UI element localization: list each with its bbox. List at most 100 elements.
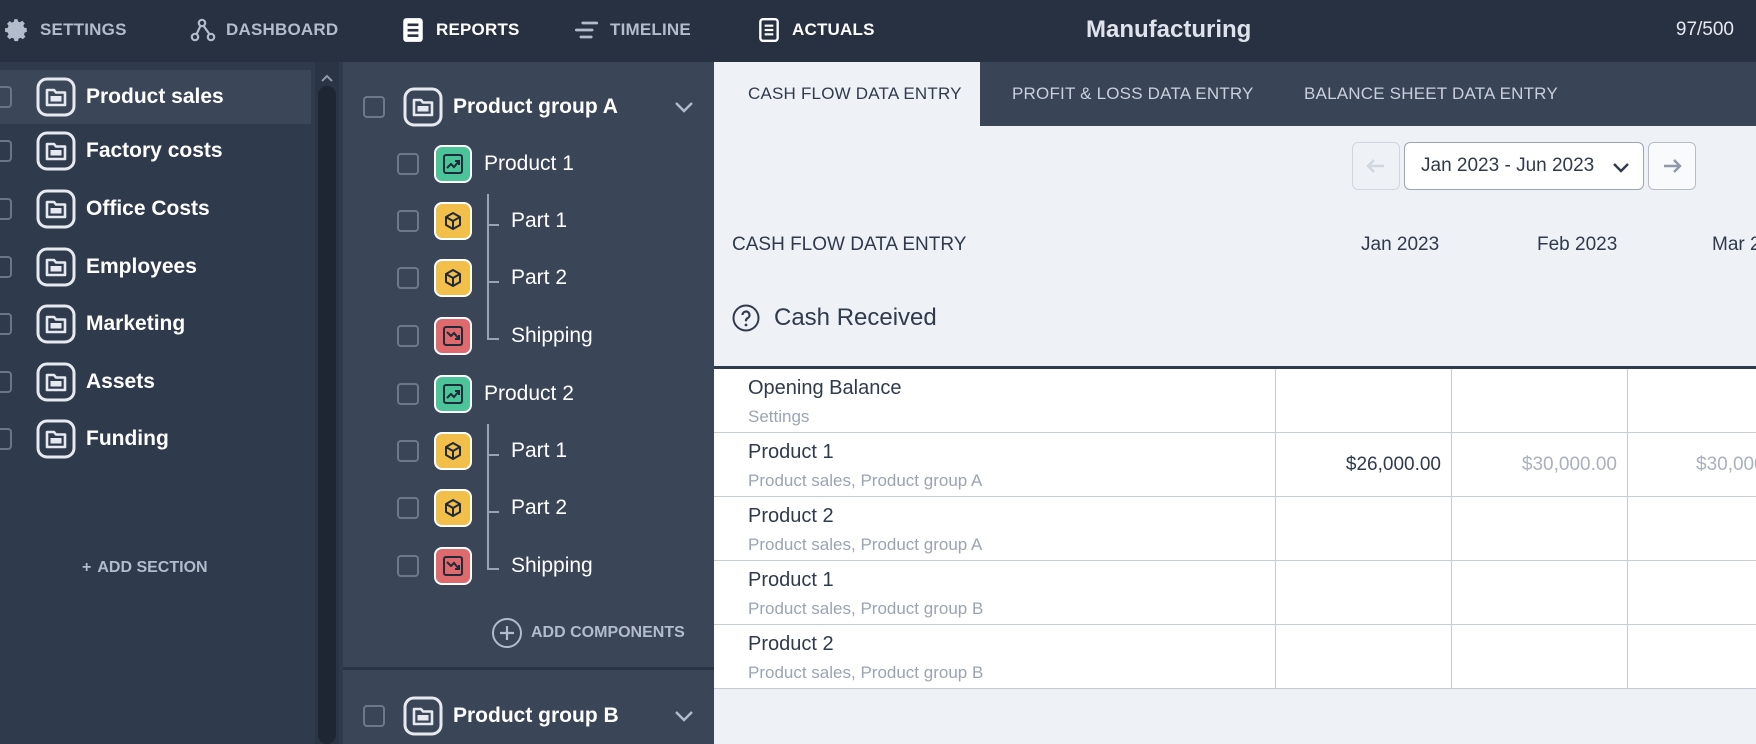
folder-icon bbox=[403, 696, 443, 736]
nav-actuals-label: ACTUALS bbox=[792, 20, 875, 39]
section-checkbox[interactable] bbox=[0, 86, 12, 108]
section-item[interactable]: Office Costs bbox=[0, 182, 311, 236]
help-icon[interactable] bbox=[732, 304, 760, 332]
nav-dashboard[interactable]: DASHBOARD bbox=[190, 0, 338, 60]
value-cell[interactable] bbox=[1275, 497, 1451, 560]
component-label: Part 1 bbox=[511, 209, 568, 232]
value-cell[interactable] bbox=[1275, 561, 1451, 624]
row-name: Product 1 bbox=[748, 441, 834, 463]
date-range-select[interactable]: Jan 2023 - Jun 2023 bbox=[1404, 142, 1644, 190]
scroll-up-icon[interactable] bbox=[319, 70, 335, 86]
section-item[interactable]: Funding bbox=[0, 412, 311, 466]
tab-balance-sheet[interactable]: BALANCE SHEET DATA ENTRY bbox=[1304, 62, 1558, 126]
row-source: Product sales, Product group A bbox=[748, 471, 983, 490]
table-row: Product 2 Product sales, Product group A bbox=[714, 497, 1756, 561]
tab-profit-loss[interactable]: PROFIT & LOSS DATA ENTRY bbox=[1012, 62, 1254, 126]
component-item[interactable]: Part 1 bbox=[343, 426, 714, 476]
section-item[interactable]: Assets bbox=[0, 355, 311, 409]
value-cell[interactable] bbox=[1451, 625, 1627, 688]
component-item[interactable]: Shipping bbox=[343, 541, 714, 591]
value-cell[interactable] bbox=[1451, 561, 1627, 624]
value-cell[interactable]: $30,000.00 bbox=[1451, 433, 1627, 496]
group-a-label: Product group A bbox=[453, 95, 618, 118]
nav-reports-label: REPORTS bbox=[436, 20, 520, 39]
section-checkbox[interactable] bbox=[0, 313, 12, 335]
component-item[interactable]: Part 1 bbox=[343, 196, 714, 246]
row-name: Product 2 bbox=[748, 505, 834, 527]
component-label: Part 1 bbox=[511, 439, 568, 462]
nav-reports[interactable]: REPORTS bbox=[400, 0, 520, 60]
section-item[interactable]: Factory costs bbox=[0, 124, 311, 178]
section-item[interactable]: Product sales bbox=[0, 70, 311, 124]
chevron-down-icon[interactable] bbox=[673, 705, 695, 727]
section-label: Funding bbox=[86, 427, 169, 450]
section-checkbox[interactable] bbox=[0, 428, 12, 450]
folder-icon bbox=[36, 77, 76, 117]
add-section-button[interactable]: + ADD SECTION bbox=[82, 559, 208, 577]
folder-icon bbox=[403, 87, 443, 127]
group-b-header[interactable]: Product group B bbox=[343, 691, 714, 741]
section-checkbox[interactable] bbox=[0, 256, 12, 278]
section-item[interactable]: Marketing bbox=[0, 297, 311, 351]
value-cell[interactable]: $30,000.00 bbox=[1627, 433, 1756, 496]
value-cell[interactable] bbox=[1627, 497, 1756, 560]
component-label: Product 2 bbox=[484, 382, 574, 405]
group-checkbox[interactable] bbox=[363, 96, 385, 118]
value-cell[interactable] bbox=[1275, 369, 1451, 432]
component-label: Part 2 bbox=[511, 266, 568, 289]
group-checkbox[interactable] bbox=[363, 705, 385, 727]
section-label: Factory costs bbox=[86, 139, 223, 162]
folder-icon bbox=[36, 131, 76, 171]
section-label: Product sales bbox=[86, 85, 224, 108]
actuals-icon bbox=[759, 17, 779, 43]
component-checkbox[interactable] bbox=[397, 210, 419, 232]
app-title: Manufacturing bbox=[1086, 16, 1252, 43]
date-range-value: Jan 2023 - Jun 2023 bbox=[1421, 155, 1595, 176]
component-checkbox[interactable] bbox=[397, 267, 419, 289]
value-cell[interactable] bbox=[1627, 561, 1756, 624]
component-item[interactable]: Part 2 bbox=[343, 483, 714, 533]
prev-period-button[interactable] bbox=[1352, 142, 1400, 190]
sections-panel: Product sales Factory costs Office Costs… bbox=[0, 62, 311, 744]
section-checkbox[interactable] bbox=[0, 198, 12, 220]
scrollbar-thumb[interactable] bbox=[318, 86, 336, 744]
value-cell[interactable] bbox=[1451, 497, 1627, 560]
component-checkbox[interactable] bbox=[397, 383, 419, 405]
nav-settings[interactable]: SETTINGS bbox=[4, 0, 127, 60]
group-a-header[interactable]: Product group A bbox=[343, 82, 714, 132]
component-item[interactable]: Shipping bbox=[343, 311, 714, 361]
component-item[interactable]: Part 2 bbox=[343, 253, 714, 303]
nav-settings-label: SETTINGS bbox=[40, 20, 127, 39]
trend-up-icon bbox=[434, 375, 472, 413]
nav-timeline[interactable]: TIMELINE bbox=[574, 0, 691, 60]
timeline-icon bbox=[574, 21, 599, 39]
nav-dashboard-label: DASHBOARD bbox=[226, 20, 339, 39]
usage-counter: 97/500 bbox=[1675, 19, 1734, 40]
value-cell[interactable] bbox=[1627, 625, 1756, 688]
table-row: Product 1 Product sales, Product group A… bbox=[714, 433, 1756, 497]
nav-actuals[interactable]: ACTUALS bbox=[756, 0, 875, 60]
section-label: Employees bbox=[86, 255, 197, 278]
tab-cash-flow[interactable]: CASH FLOW DATA ENTRY bbox=[714, 62, 980, 126]
section-item[interactable]: Employees bbox=[0, 240, 311, 294]
add-components-button[interactable]: ADD COMPONENTS bbox=[491, 617, 685, 649]
plus-circle-icon bbox=[492, 618, 522, 648]
value-cell[interactable] bbox=[1275, 625, 1451, 688]
component-checkbox[interactable] bbox=[397, 555, 419, 577]
next-period-button[interactable] bbox=[1648, 142, 1696, 190]
value-cell[interactable] bbox=[1627, 369, 1756, 432]
section-checkbox[interactable] bbox=[0, 140, 12, 162]
component-checkbox[interactable] bbox=[397, 325, 419, 347]
component-checkbox[interactable] bbox=[397, 440, 419, 462]
group-b-label: Product group B bbox=[453, 704, 619, 727]
value-cell[interactable] bbox=[1451, 369, 1627, 432]
table-row: Product 2 Product sales, Product group B bbox=[714, 625, 1756, 689]
folder-icon bbox=[36, 419, 76, 459]
component-checkbox[interactable] bbox=[397, 497, 419, 519]
component-checkbox[interactable] bbox=[397, 153, 419, 175]
chevron-down-icon[interactable] bbox=[673, 96, 695, 118]
value-cell[interactable]: $26,000.00 bbox=[1275, 433, 1451, 496]
component-item[interactable]: Product 1 bbox=[343, 139, 714, 189]
component-item[interactable]: Product 2 bbox=[343, 369, 714, 419]
section-checkbox[interactable] bbox=[0, 371, 12, 393]
